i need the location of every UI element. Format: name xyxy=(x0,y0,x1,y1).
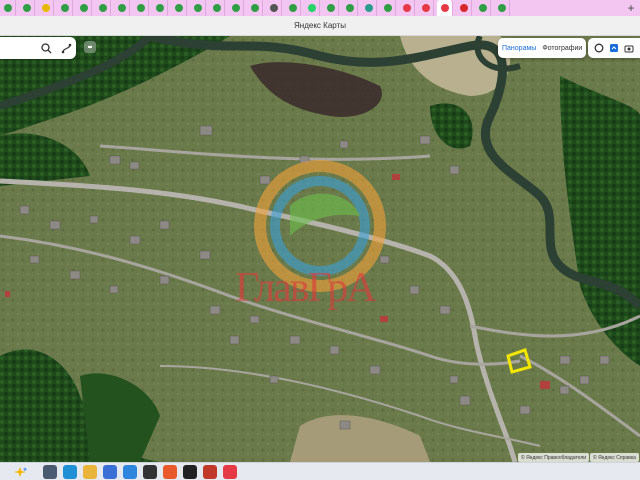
green-leaf-icon xyxy=(212,4,221,12)
browser-tab[interactable] xyxy=(190,0,206,16)
file-explorer-icon[interactable] xyxy=(83,464,97,479)
red-square-icon xyxy=(459,4,468,12)
green-leaf-icon xyxy=(3,4,12,12)
browser-tab[interactable] xyxy=(380,0,396,16)
search-icon[interactable] xyxy=(40,42,52,54)
browser-tab[interactable] xyxy=(247,0,263,16)
browser-tab[interactable] xyxy=(133,0,149,16)
email-icon xyxy=(269,4,278,12)
green-leaf-icon xyxy=(497,4,506,12)
green-leaf-icon xyxy=(193,4,202,12)
satellite-map[interactable]: ГлавГрА xyxy=(0,36,640,462)
app-icon[interactable] xyxy=(163,464,177,479)
green-leaf-icon xyxy=(326,4,335,12)
browser-tab[interactable] xyxy=(152,0,168,16)
green-leaf-icon xyxy=(478,4,487,12)
photos-button[interactable]: Фотографии xyxy=(542,45,582,52)
store-icon[interactable] xyxy=(103,464,117,479)
green-leaf-icon xyxy=(155,4,164,12)
panoramas-button[interactable]: Панорамы xyxy=(502,45,536,52)
browser-tab[interactable] xyxy=(494,0,510,16)
green-leaf-icon xyxy=(345,4,354,12)
green-leaf-icon xyxy=(231,4,240,12)
media-player-icon[interactable] xyxy=(143,464,157,479)
browser-tab[interactable] xyxy=(171,0,187,16)
browser-tab-strip: + xyxy=(0,0,640,16)
green-leaf-icon xyxy=(174,4,183,12)
browser-tab[interactable] xyxy=(456,0,472,16)
browser-tab[interactable] xyxy=(361,0,377,16)
yandex-browser-icon[interactable] xyxy=(223,464,237,479)
red-circle-icon xyxy=(421,4,430,12)
browser-tab[interactable] xyxy=(342,0,358,16)
browser-tab[interactable] xyxy=(418,0,434,16)
browser-tab[interactable] xyxy=(19,0,35,16)
map-imagery xyxy=(0,36,640,462)
edge-icon[interactable] xyxy=(63,464,77,479)
browser-tab[interactable] xyxy=(437,0,453,16)
browser-tab[interactable] xyxy=(323,0,339,16)
browser-tab[interactable] xyxy=(228,0,244,16)
green-leaf-icon xyxy=(383,4,392,12)
app-icon[interactable] xyxy=(203,464,217,479)
green-leaf-icon xyxy=(136,4,145,12)
browser-tab[interactable] xyxy=(399,0,415,16)
search-box[interactable] xyxy=(0,37,76,59)
browser-tab[interactable] xyxy=(285,0,301,16)
route-icon[interactable] xyxy=(60,42,72,54)
task-view-icon[interactable] xyxy=(43,464,57,479)
green-leaf-icon xyxy=(22,4,31,12)
browser-tab[interactable] xyxy=(76,0,92,16)
browser-tab[interactable] xyxy=(304,0,320,16)
layers-icon[interactable] xyxy=(608,42,620,54)
window-title: Яндекс Карты xyxy=(0,16,640,36)
game-icon[interactable] xyxy=(183,464,197,479)
green-leaf-icon xyxy=(250,4,259,12)
whatsapp-icon xyxy=(307,4,316,12)
layer-switch: Панорамы Фотографии xyxy=(498,38,587,58)
attribution-left[interactable]: © Яндекс Правообладатели xyxy=(518,453,590,462)
red-circle-icon xyxy=(402,4,411,12)
app-icon[interactable] xyxy=(123,464,137,479)
browser-tab[interactable] xyxy=(266,0,282,16)
yandex-maps-icon xyxy=(440,4,449,12)
browser-tab[interactable] xyxy=(95,0,111,16)
green-leaf-icon xyxy=(288,4,297,12)
yellow-icon xyxy=(41,4,50,12)
watermark-text: ГлавГрА xyxy=(235,265,377,311)
browser-tab[interactable] xyxy=(0,0,16,16)
camera-icon[interactable] xyxy=(623,42,635,54)
new-tab-button[interactable]: + xyxy=(622,0,640,16)
browser-tab[interactable] xyxy=(57,0,73,16)
map-tools xyxy=(588,38,640,58)
widgets-icon[interactable] xyxy=(0,463,40,480)
green-leaf-icon xyxy=(60,4,69,12)
browser-tab[interactable] xyxy=(209,0,225,16)
collapse-panel-button[interactable] xyxy=(84,41,96,53)
browser-tab[interactable] xyxy=(475,0,491,16)
green-leaf-icon xyxy=(98,4,107,12)
browser-tab[interactable] xyxy=(114,0,130,16)
gear-icon xyxy=(364,4,373,12)
attribution-right[interactable]: © Яндекс Справка xyxy=(590,453,639,462)
taskbar xyxy=(0,462,640,480)
browser-tab[interactable] xyxy=(38,0,54,16)
green-leaf-icon xyxy=(117,4,126,12)
green-leaf-icon xyxy=(79,4,88,12)
traffic-icon[interactable] xyxy=(593,42,605,54)
